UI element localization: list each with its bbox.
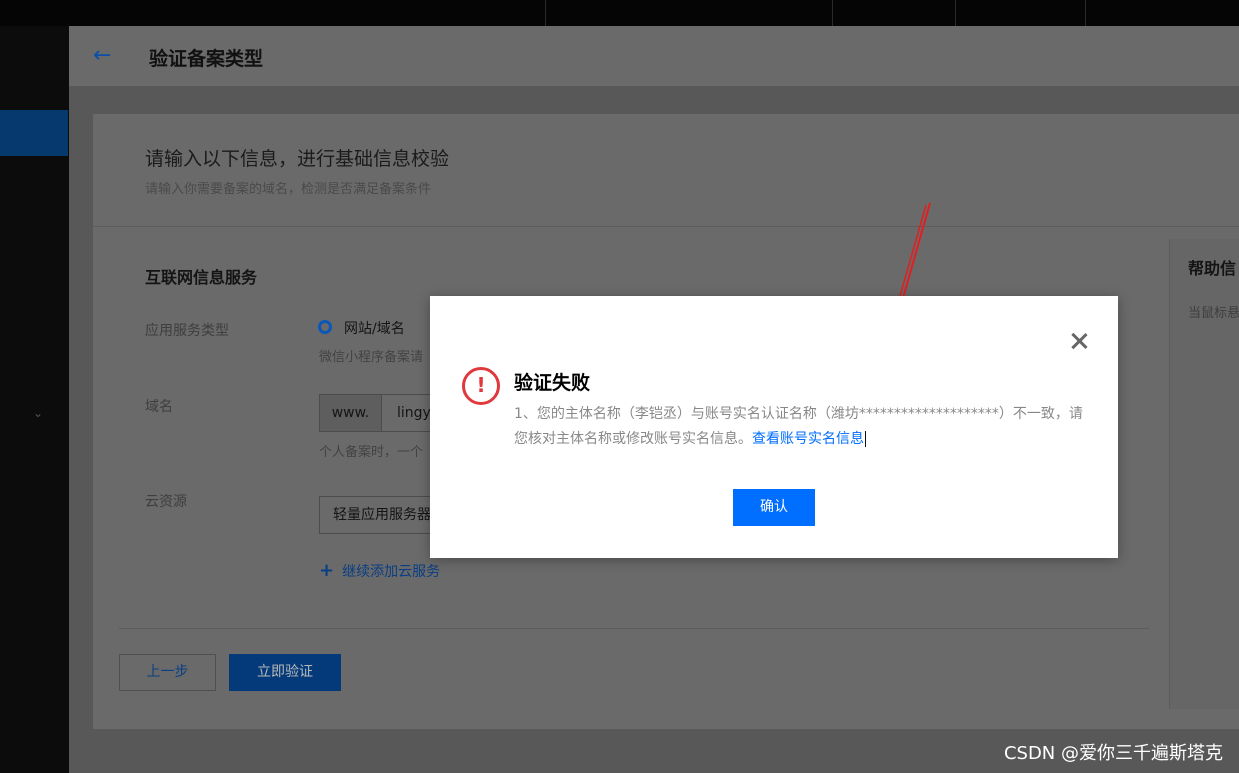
page-header: ← 验证备案类型 xyxy=(69,26,1239,86)
dialog-message: 1、您的主体名称（李铠丞）与账号实名认证名称（潍坊***************… xyxy=(514,402,1094,452)
cloud-resource-label: 云资源 xyxy=(145,494,187,510)
topbar-divider xyxy=(545,0,546,26)
watermark: CSDN @爱你三千遍斯塔克 xyxy=(1003,743,1223,764)
confirm-button[interactable]: 确认 xyxy=(733,489,815,526)
topbar-divider xyxy=(832,0,833,26)
verify-now-button[interactable]: 立即验证 xyxy=(229,654,341,691)
prev-step-button[interactable]: 上一步 xyxy=(119,654,216,691)
topbar-divider xyxy=(1085,0,1086,26)
exclamation-circle-icon: ! xyxy=(462,367,500,405)
close-icon[interactable] xyxy=(1070,332,1088,350)
intro-title: 请输入以下信息，进行基础信息校验 xyxy=(145,148,450,170)
help-text: 当鼠标悬 xyxy=(1188,306,1239,321)
view-realname-link[interactable]: 查看账号实名信息 xyxy=(752,431,866,447)
radio-hint: 微信小程序备案请 xyxy=(319,350,424,365)
service-type-label: 应用服务类型 xyxy=(145,323,229,339)
domain-label: 域名 xyxy=(145,399,173,415)
sidebar-item-active[interactable] xyxy=(0,110,68,156)
dialog-title: 验证失败 xyxy=(514,372,591,394)
add-cloud-service-link[interactable]: + 继续添加云服务 xyxy=(319,560,440,581)
domain-hint: 个人备案时，一个 xyxy=(319,445,424,460)
sidebar: ⌄ xyxy=(0,26,69,773)
page-title: 验证备案类型 xyxy=(149,48,264,70)
help-title: 帮助信 xyxy=(1188,259,1237,278)
domain-prefix: www. xyxy=(319,394,382,432)
intro-description: 请输入你需要备案的域名，检测是否满足备案条件 xyxy=(145,182,432,197)
top-navbar xyxy=(0,0,1239,26)
radio-website-domain[interactable] xyxy=(318,320,332,334)
radio-website-domain-label[interactable]: 网站/域名 xyxy=(344,318,405,338)
divider xyxy=(119,628,1149,629)
help-panel: 帮助信 当鼠标悬 xyxy=(1169,239,1239,709)
error-dialog: ! 验证失败 1、您的主体名称（李铠丞）与账号实名认证名称（潍坊********… xyxy=(430,296,1118,558)
plus-icon: + xyxy=(319,560,335,581)
section-title: 互联网信息服务 xyxy=(145,268,258,287)
chevron-down-icon[interactable]: ⌄ xyxy=(33,406,43,420)
topbar-divider xyxy=(955,0,956,26)
arrow-left-icon[interactable]: ← xyxy=(93,43,111,69)
divider xyxy=(93,226,1239,227)
add-cloud-service-label: 继续添加云服务 xyxy=(342,564,441,580)
